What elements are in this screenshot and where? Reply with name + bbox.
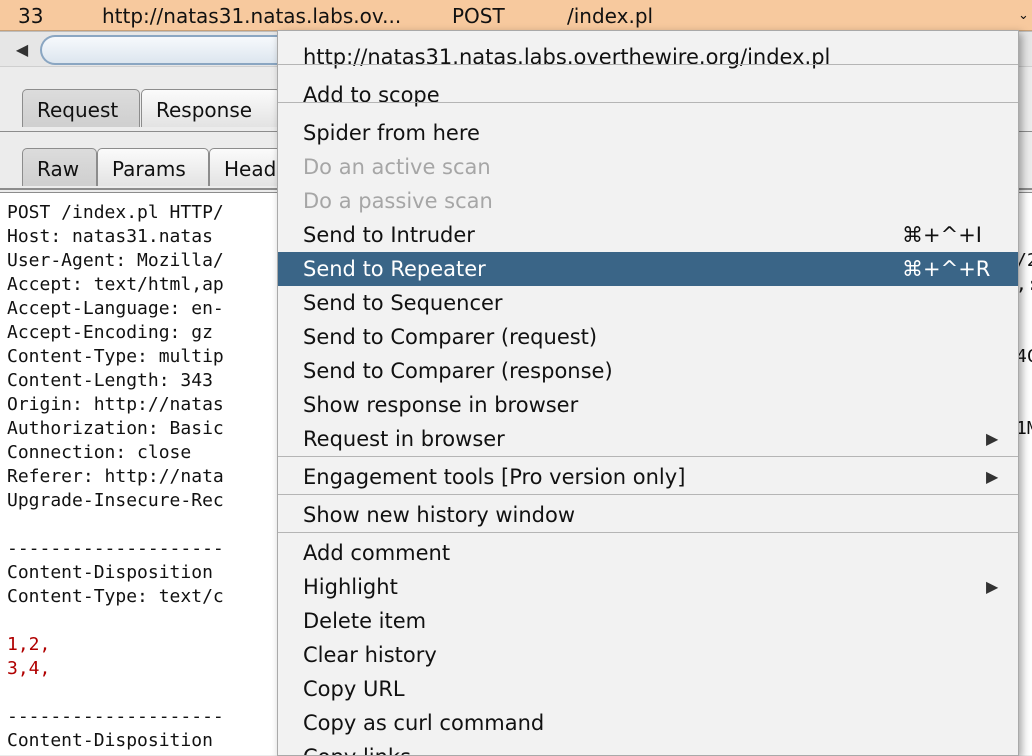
menu-item-label: Send to Comparer (request) — [303, 325, 598, 349]
row-host: http://natas31.natas.labs.ov... — [102, 4, 402, 28]
menu-item-engagement-tools-pro-version-only[interactable]: Engagement tools [Pro version only] ▶ — [278, 460, 1018, 494]
raw-line: Host: natas31.natas — [7, 226, 213, 247]
menu-item-label: Copy URL — [303, 677, 405, 701]
raw-line: Accept-Language: en- — [7, 298, 224, 319]
row-method: POST — [452, 4, 505, 28]
menu-separator — [278, 532, 1018, 533]
menu-item-label: http://natas31.natas.labs.overthewire.or… — [303, 45, 831, 69]
menu-item-label: Show response in browser — [303, 393, 579, 417]
menu-item-send-to-intruder[interactable]: Send to Intruder ⌘+^+I — [278, 218, 1018, 252]
raw-line: Content-Disposition — [7, 730, 213, 751]
raw-line: Upgrade-Insecure-Rec — [7, 490, 224, 511]
menu-item-label: Send to Comparer (response) — [303, 359, 613, 383]
raw-line: Origin: http://natas — [7, 394, 224, 415]
menu-item-label: Send to Sequencer — [303, 291, 503, 315]
menu-separator — [278, 102, 1018, 103]
menu-item-label: Send to Repeater — [303, 257, 486, 281]
chevron-down-icon: ⌄ — [1018, 8, 1029, 23]
row-path: /index.pl — [567, 4, 654, 28]
menu-item-do-a-passive-scan: Do a passive scan — [278, 184, 1018, 218]
tab-params[interactable]: Params — [97, 148, 209, 186]
menu-item-request-in-browser[interactable]: Request in browser ▶ — [278, 422, 1018, 456]
scroll-left-arrow-icon[interactable]: ◀ — [8, 38, 36, 60]
menu-item-clear-history[interactable]: Clear history — [278, 638, 1018, 672]
raw-line: -------------------- — [7, 538, 224, 559]
menu-item-label: Send to Intruder — [303, 223, 475, 247]
menu-separator — [278, 64, 1018, 65]
raw-line: Content-Type: multip — [7, 346, 224, 367]
raw-line: -------------------- — [7, 706, 224, 727]
menu-item-copy-url[interactable]: Copy URL — [278, 672, 1018, 706]
menu-item-label: Copy as curl command — [303, 711, 545, 735]
menu-item-label: Highlight — [303, 575, 398, 599]
menu-item-label: Add comment — [303, 541, 451, 565]
menu-item-label: Copy links — [303, 745, 411, 755]
menu-item-label: Request in browser — [303, 427, 505, 451]
submenu-arrow-icon: ▶ — [986, 467, 999, 486]
submenu-arrow-icon: ▶ — [986, 577, 999, 596]
raw-line: Referer: http://nata — [7, 466, 224, 487]
menu-item-label: Engagement tools [Pro version only] — [303, 465, 686, 489]
raw-line: 3,4, — [7, 658, 51, 679]
menu-item-label: Do a passive scan — [303, 189, 493, 213]
raw-line: Accept-Encoding: gz — [7, 322, 213, 343]
raw-line: 1,2, — [7, 634, 51, 655]
menu-item-delete-item[interactable]: Delete item — [278, 604, 1018, 638]
raw-line: Connection: close — [7, 442, 192, 463]
raw-line: POST /index.pl HTTP/ — [7, 202, 224, 223]
menu-item-show-new-history-window[interactable]: Show new history window — [278, 498, 1018, 532]
menu-item-label: Spider from here — [303, 121, 480, 145]
tab-request[interactable]: Request — [22, 89, 140, 127]
menu-item-send-to-repeater[interactable]: Send to Repeater ⌘+^+R — [278, 252, 1018, 286]
menu-item-add-comment[interactable]: Add comment — [278, 536, 1018, 570]
tab-raw[interactable]: Raw — [22, 148, 97, 186]
context-menu: http://natas31.natas.labs.overthewire.or… — [277, 30, 1019, 756]
menu-item-do-an-active-scan: Do an active scan — [278, 150, 1018, 184]
menu-item-highlight[interactable]: Highlight ▶ — [278, 570, 1018, 604]
menu-item-label: Show new history window — [303, 503, 575, 527]
raw-request-text: POST /index.pl HTTP/ Host: natas31.natas… — [7, 201, 224, 753]
menu-item-send-to-comparer-response[interactable]: Send to Comparer (response) — [278, 354, 1018, 388]
menu-separator — [278, 494, 1018, 495]
history-table-row[interactable]: 33 http://natas31.natas.labs.ov... POST … — [0, 0, 1032, 31]
tab-response[interactable]: Response — [141, 89, 281, 127]
menu-item-label: Delete item — [303, 609, 427, 633]
menu-item-label: Add to scope — [303, 83, 440, 107]
raw-line: Accept: text/html,ap — [7, 274, 224, 295]
menu-item-spider-from-here[interactable]: Spider from here — [278, 116, 1018, 150]
menu-item-label: Do an active scan — [303, 155, 491, 179]
raw-line: Content-Type: text/c — [7, 586, 224, 607]
row-number: 33 — [18, 4, 44, 28]
raw-line: Content-Disposition — [7, 562, 213, 583]
menu-item-shortcut: ⌘+^+R — [902, 257, 991, 281]
submenu-arrow-icon: ▶ — [986, 429, 999, 448]
menu-item-copy-as-curl-command[interactable]: Copy as curl command — [278, 706, 1018, 740]
menu-item-show-response-in-browser[interactable]: Show response in browser — [278, 388, 1018, 422]
raw-line: Content-Length: 343 — [7, 370, 213, 391]
menu-item-add-to-scope[interactable]: Add to scope — [278, 78, 1018, 112]
menu-item-send-to-sequencer[interactable]: Send to Sequencer — [278, 286, 1018, 320]
menu-item-label: Clear history — [303, 643, 437, 667]
menu-separator — [278, 456, 1018, 457]
menu-item-http-natas31-natas-labs-overthewire-org-index-pl[interactable]: http://natas31.natas.labs.overthewire.or… — [278, 40, 1018, 74]
scrollbar-thumb[interactable] — [40, 35, 302, 65]
menu-item-send-to-comparer-request[interactable]: Send to Comparer (request) — [278, 320, 1018, 354]
raw-line: User-Agent: Mozilla/ — [7, 250, 224, 271]
menu-item-shortcut: ⌘+^+I — [902, 223, 982, 247]
raw-line: Authorization: Basic — [7, 418, 224, 439]
